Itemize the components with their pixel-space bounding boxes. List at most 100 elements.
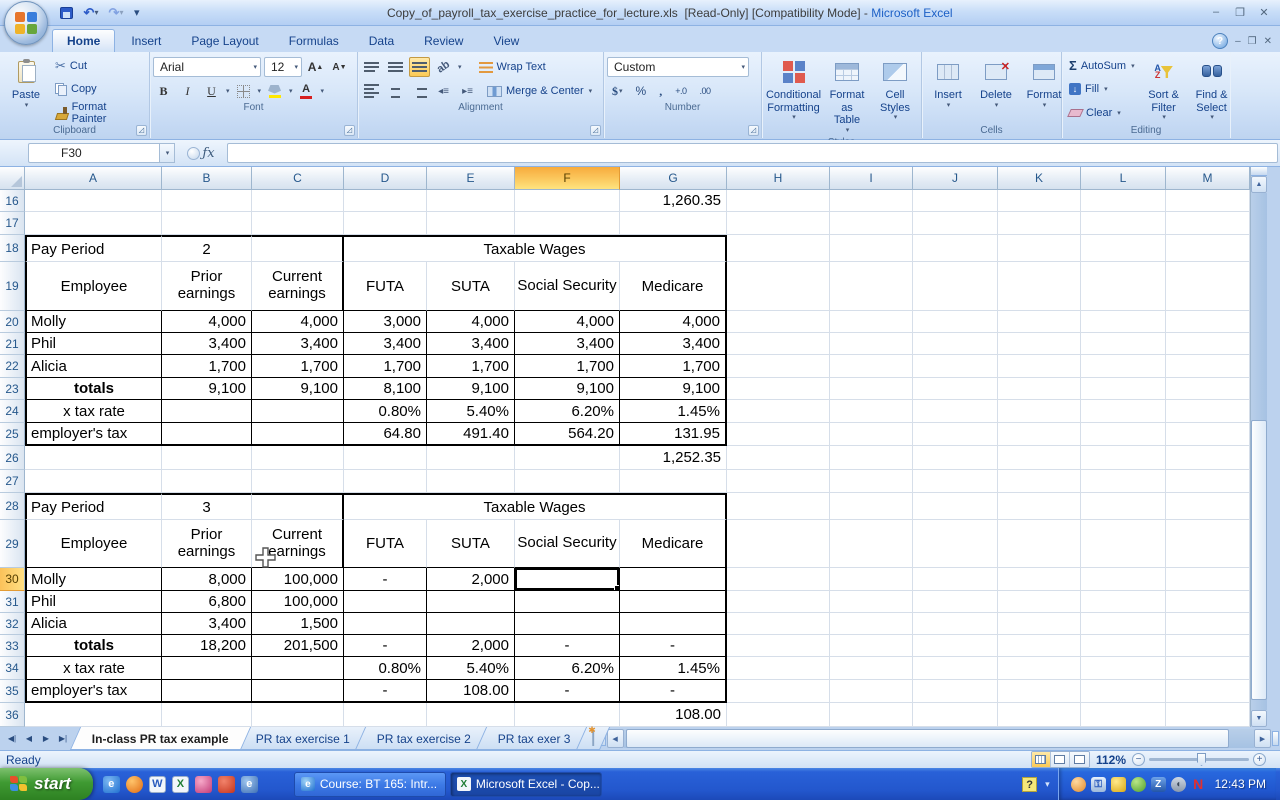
cell-E26[interactable] [427,446,515,470]
cell-E17[interactable] [427,212,515,235]
row-header-24[interactable]: 24 [0,400,25,423]
cell-I29[interactable] [830,520,913,568]
cell-L19[interactable] [1081,262,1166,311]
borders-button[interactable] [233,81,254,101]
cell-C36[interactable] [252,703,344,727]
cell-K30[interactable] [998,568,1081,591]
copy-button[interactable]: Copy [51,80,146,99]
row-header-33[interactable]: 33 [0,635,25,657]
cell-E29[interactable]: SUTA [427,520,515,568]
next-sheet-icon[interactable]: ▶ [38,731,54,747]
cell-I33[interactable] [830,635,913,657]
cell-G25[interactable]: 131.95 [620,423,727,446]
cell-L25[interactable] [1081,423,1166,446]
cell-H31[interactable] [727,591,830,613]
increase-indent-button[interactable]: ▸≡ [457,81,478,101]
cell-C35[interactable] [252,680,344,703]
page-layout-view-button[interactable] [1051,752,1070,767]
cell-G30[interactable] [620,568,727,591]
vertical-scroll-track[interactable] [1251,193,1267,710]
cell-M24[interactable] [1166,400,1250,423]
redo-button[interactable]: ↷▾ [106,4,126,22]
number-dialog-launcher-icon[interactable]: ◿ [748,125,759,136]
alignment-dialog-launcher-icon[interactable]: ◿ [590,125,601,136]
cell-J23[interactable] [913,378,998,400]
cell-A18[interactable]: Pay Period [25,235,162,262]
cell-A21[interactable]: Phil [25,333,162,355]
restore-button[interactable]: ❐ [1232,6,1248,19]
vertical-scrollbar[interactable]: ▲ ▼ [1250,167,1267,727]
cell-A19[interactable]: Employee [25,262,162,311]
cell-H17[interactable] [727,212,830,235]
cell-C26[interactable] [252,446,344,470]
cell-G35[interactable]: - [620,680,727,703]
cell-J27[interactable] [913,470,998,493]
comma-button[interactable]: , [654,81,667,101]
cell-C16[interactable] [252,190,344,212]
cell-F26[interactable] [515,446,620,470]
cell-J20[interactable] [913,311,998,333]
row-header-20[interactable]: 20 [0,311,25,333]
column-header-I[interactable]: I [830,167,913,190]
cell-F23[interactable]: 9,100 [515,378,620,400]
fx-icon[interactable]: ƒx [202,146,214,161]
column-header-E[interactable]: E [427,167,515,190]
cell-D20[interactable]: 3,000 [344,311,427,333]
cell-A22[interactable]: Alicia [25,355,162,378]
cell-B29[interactable]: Prior earnings [162,520,252,568]
cell-H33[interactable] [727,635,830,657]
row-header-16[interactable]: 16 [0,190,25,212]
normal-view-button[interactable] [1032,752,1051,767]
cell-L17[interactable] [1081,212,1166,235]
horizontal-scroll-thumb[interactable] [626,729,1229,748]
cell-H18[interactable] [727,235,830,262]
workbook-minimize-button[interactable]: – [1235,36,1241,47]
cell-C19[interactable]: Current earnings [252,262,344,311]
fill-color-button[interactable] [264,81,285,101]
cell-J29[interactable] [913,520,998,568]
conditional-formatting-button[interactable]: Conditional Formatting▾ [765,54,822,136]
ie-icon[interactable]: e [103,776,120,793]
scroll-left-icon[interactable]: ◀ [607,729,624,748]
cell-M27[interactable] [1166,470,1250,493]
cell-I25[interactable] [830,423,913,446]
cell-M28[interactable] [1166,493,1250,520]
tray-agent-icon[interactable] [1071,777,1086,792]
cell-M19[interactable] [1166,262,1250,311]
cell-I32[interactable] [830,613,913,635]
cell-L18[interactable] [1081,235,1166,262]
sheet-tab-pr-tax-exercise-1[interactable]: PR tax exercise 1 [234,727,372,750]
cell-D22[interactable]: 1,700 [344,355,427,378]
row-header-25[interactable]: 25 [0,423,25,446]
cell-F19[interactable]: Social Security [515,262,620,311]
cell-L21[interactable] [1081,333,1166,355]
cell-A29[interactable]: Employee [25,520,162,568]
cell-M16[interactable] [1166,190,1250,212]
task-course-bt165[interactable]: e Course: BT 165: Intr... [294,772,446,797]
cell-H35[interactable] [727,680,830,703]
cell-G34[interactable]: 1.45% [620,657,727,680]
cell-C24[interactable] [252,400,344,423]
font-name-combo[interactable]: Arial▾ [153,57,261,77]
hscroll-split-handle[interactable] [1272,731,1279,746]
currency-button[interactable]: $▾ [607,81,628,101]
tab-view[interactable]: View [479,30,533,52]
cell-B25[interactable] [162,423,252,446]
cell-M31[interactable] [1166,591,1250,613]
cell-J25[interactable] [913,423,998,446]
row-header-36[interactable]: 36 [0,703,25,727]
cell-C23[interactable]: 9,100 [252,378,344,400]
cell-H36[interactable] [727,703,830,727]
cell-K36[interactable] [998,703,1081,727]
cell-K34[interactable] [998,657,1081,680]
cell-M22[interactable] [1166,355,1250,378]
cell-F27[interactable] [515,470,620,493]
cell-C25[interactable] [252,423,344,446]
cell-D33[interactable]: - [344,635,427,657]
cell-A16[interactable] [25,190,162,212]
save-button[interactable] [56,4,76,22]
cell-K24[interactable] [998,400,1081,423]
cell-J32[interactable] [913,613,998,635]
cell-I26[interactable] [830,446,913,470]
fill-button[interactable]: ↓Fill▾ [1065,80,1139,99]
